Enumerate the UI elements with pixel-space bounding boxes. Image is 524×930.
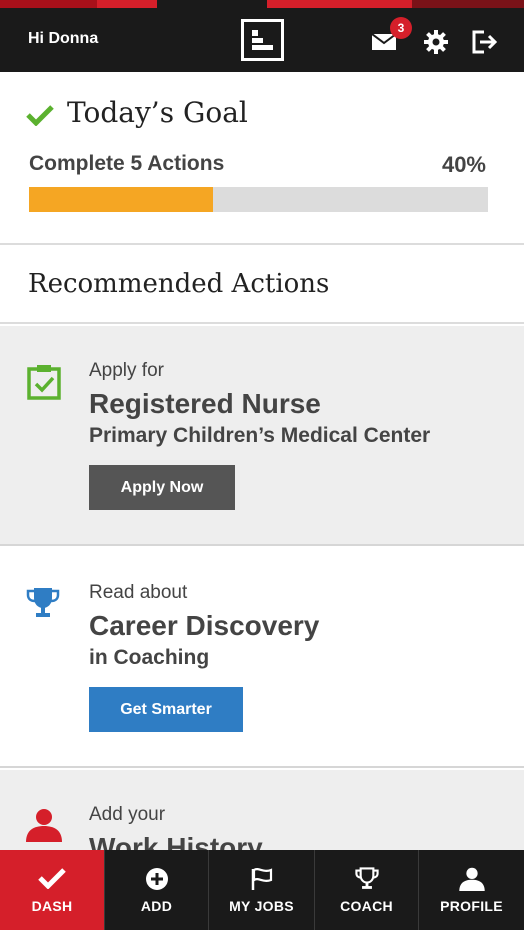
goal-progress-fill — [29, 187, 213, 212]
tab-label: PROFILE — [440, 898, 503, 914]
card-action-verb: Add your — [89, 804, 166, 825]
flag-icon — [250, 867, 274, 895]
card-job-title: Registered Nurse — [89, 388, 321, 419]
action-card-add: Add your Work History — [0, 770, 524, 850]
greeting-text: Hi Donna — [28, 30, 99, 47]
tab-add[interactable]: ADD — [105, 850, 209, 930]
dashboard-content[interactable]: Today’s Goal Complete 5 Actions 40% Reco… — [0, 72, 524, 850]
card-topic-title: Career Discovery — [89, 610, 320, 641]
clipboard-check-icon — [26, 364, 62, 404]
card-section-title: Work History — [89, 832, 263, 850]
user-icon — [458, 867, 485, 895]
card-employer: Primary Children’s Medical Center — [89, 424, 431, 447]
plus-circle-icon — [145, 867, 169, 895]
user-icon — [26, 808, 62, 846]
get-smarter-button[interactable]: Get Smarter — [89, 687, 243, 732]
trophy-icon — [26, 586, 60, 624]
goal-percent: 40% — [441, 152, 486, 177]
tab-label: MY JOBS — [229, 898, 294, 914]
recommended-actions-header: Recommended Actions — [0, 247, 524, 324]
goal-subtitle: Complete 5 Actions — [29, 152, 225, 175]
recommended-heading: Recommended Actions — [28, 269, 330, 299]
top-accent-stripe — [0, 0, 524, 8]
action-card-apply: Apply for Registered Nurse Primary Child… — [0, 326, 524, 546]
card-topic-section: in Coaching — [89, 646, 210, 669]
logout-icon[interactable] — [472, 30, 498, 54]
card-action-verb: Read about — [89, 582, 188, 603]
tab-dash[interactable]: DASH — [0, 850, 105, 930]
trophy-icon — [354, 867, 379, 895]
todays-goal-panel: Today’s Goal Complete 5 Actions 40% — [0, 72, 524, 245]
checkmark-icon — [26, 104, 54, 130]
tab-label: DASH — [31, 898, 73, 914]
check-icon — [38, 867, 66, 893]
goal-progress-bar — [29, 187, 488, 212]
tab-label: COACH — [340, 898, 393, 914]
card-action-verb: Apply for — [89, 360, 164, 381]
mail-badge: 3 — [390, 17, 412, 39]
gear-icon[interactable] — [424, 30, 448, 54]
tab-profile[interactable]: PROFILE — [419, 850, 524, 930]
logo-icon[interactable] — [241, 19, 284, 61]
apply-now-button[interactable]: Apply Now — [89, 465, 235, 510]
action-card-read: Read about Career Discovery in Coaching … — [0, 548, 524, 768]
goal-title: Today’s Goal — [67, 96, 248, 129]
tab-label: ADD — [140, 898, 173, 914]
tab-coach[interactable]: COACH — [315, 850, 419, 930]
bottom-tab-bar: DASH ADD MY JOBS COACH PROFILE — [0, 850, 524, 930]
app-header: Hi Donna 3 — [0, 8, 524, 72]
tab-my-jobs[interactable]: MY JOBS — [209, 850, 315, 930]
